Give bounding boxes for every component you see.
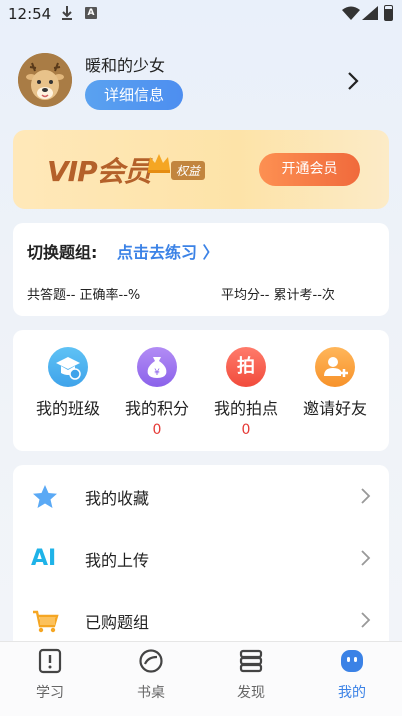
- practice-card: 切换题组: 点击去练习 〉 共答题-- 正确率--% 平均分-- 累计考--次: [13, 223, 389, 316]
- chevron-right-icon[interactable]: [344, 70, 362, 92]
- deer-avatar-icon: [18, 53, 72, 107]
- grid-item-invite[interactable]: 邀请好友: [291, 347, 379, 422]
- go-practice-link[interactable]: 点击去练习 〉: [117, 239, 219, 263]
- svg-text:¥: ¥: [154, 368, 160, 378]
- smiley-icon: [341, 650, 363, 672]
- bottom-nav: 学习 书桌 发现 我的: [0, 641, 402, 716]
- nav-tab-study[interactable]: 学习: [20, 648, 80, 702]
- grid-label: 我的拍点: [213, 399, 278, 418]
- username: 暖和的少女: [85, 56, 166, 75]
- status-bar: 12:54 A: [0, 0, 402, 28]
- a-icon: A: [85, 7, 97, 19]
- menu-label: 已购题组: [85, 613, 150, 632]
- add-user-icon: [315, 347, 355, 387]
- nav-tab-mine[interactable]: 我的: [322, 648, 382, 702]
- wifi-icon: [342, 6, 360, 20]
- answer-stats: 共答题-- 正确率--%: [27, 288, 141, 303]
- grid-item-class[interactable]: 我的班级: [24, 347, 112, 422]
- vip-card[interactable]: VIP会员 权益 开通会员: [13, 130, 389, 209]
- grid-label: 邀请好友: [302, 399, 367, 418]
- download-icon: [62, 6, 72, 20]
- menu-label: 我的上传: [85, 551, 150, 570]
- menu-list: 我的收藏 AI 我的上传 已购题组: [13, 465, 389, 655]
- battery-icon: [384, 5, 393, 21]
- crown-icon: [148, 154, 170, 173]
- nav-label: 书桌: [137, 685, 165, 701]
- grid-label: 我的积分: [124, 399, 189, 418]
- grid-item-points[interactable]: ¥ 我的积分 0: [113, 347, 201, 438]
- graduation-cap-icon: [48, 347, 88, 387]
- signal-icon: [362, 6, 378, 20]
- nav-label: 我的: [338, 685, 366, 701]
- grid-label: 我的班级: [35, 399, 100, 418]
- avatar[interactable]: [18, 53, 72, 107]
- nav-tab-desk[interactable]: 书桌: [121, 648, 181, 702]
- vip-tag: 权益: [171, 161, 206, 180]
- grid-count: 0: [241, 422, 251, 438]
- menu-item-uploads[interactable]: AI 我的上传: [13, 527, 389, 589]
- chevron-right-icon: [361, 550, 371, 566]
- open-vip-button[interactable]: 开通会员: [259, 153, 360, 186]
- chevron-right-icon: [361, 612, 371, 628]
- switch-group-label: 切换题组:: [27, 243, 98, 262]
- book-icon: [38, 648, 62, 674]
- nav-label: 学习: [36, 685, 64, 701]
- exam-stats: 平均分-- 累计考--次: [221, 288, 335, 303]
- nav-label: 发现: [237, 685, 265, 701]
- grid-count: 0: [152, 422, 162, 438]
- ai-icon: AI: [31, 546, 57, 571]
- vip-title: VIP会员: [47, 155, 152, 188]
- nav-tab-discover[interactable]: 发现: [221, 648, 281, 702]
- grid-item-pai[interactable]: 拍 我的拍点 0: [202, 347, 290, 438]
- detail-info-button[interactable]: 详细信息: [85, 80, 183, 110]
- menu-label: 我的收藏: [85, 489, 150, 508]
- money-bag-icon: ¥: [137, 347, 177, 387]
- status-time: 12:54: [8, 5, 52, 23]
- chevron-right-icon: [361, 488, 371, 504]
- cart-icon: [33, 610, 59, 633]
- stack-icon: [239, 649, 263, 673]
- feature-grid: 我的班级 ¥ 我的积分 0 拍 我的拍点 0 邀请好友: [13, 330, 389, 451]
- pai-icon: 拍: [226, 347, 266, 387]
- menu-item-favorites[interactable]: 我的收藏: [13, 465, 389, 527]
- desk-icon: [139, 649, 163, 673]
- star-icon: [33, 485, 57, 508]
- pai-glyph: 拍: [237, 356, 255, 377]
